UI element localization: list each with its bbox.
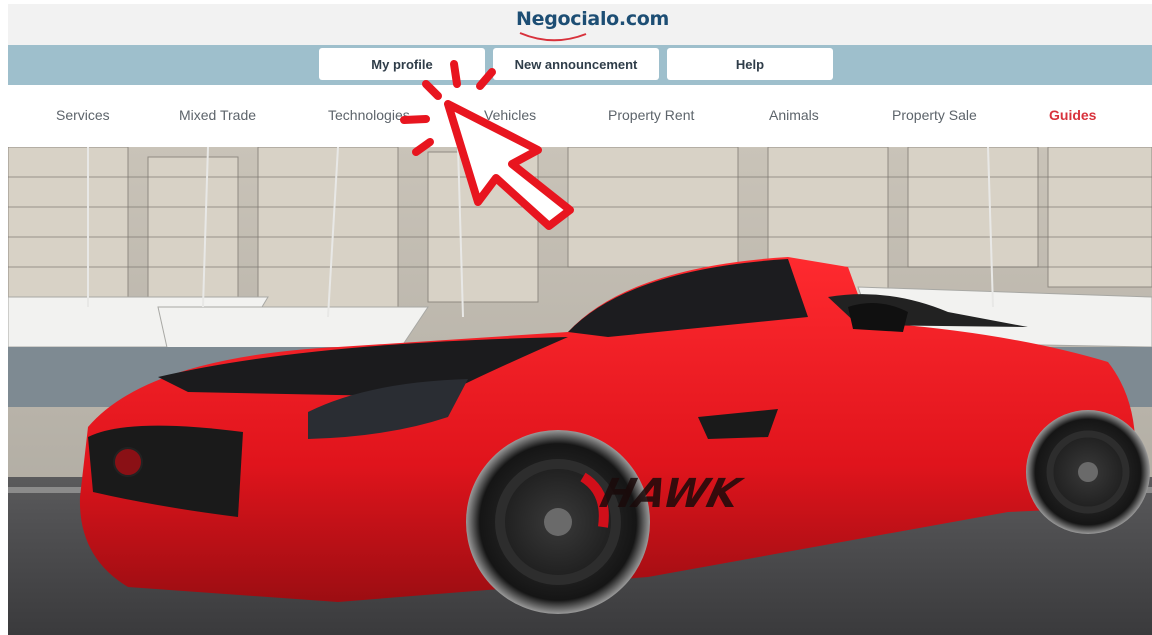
my-profile-button[interactable]: My profile — [319, 48, 485, 80]
logo-bar: Negocialo.com — [8, 4, 1152, 45]
help-button[interactable]: Help — [667, 48, 833, 80]
hero-image: HAWK — [8, 147, 1152, 635]
car-decal-text: HAWK — [596, 470, 748, 517]
nav-item-animals[interactable]: Animals — [769, 107, 819, 123]
hero-banner[interactable]: HAWK — [8, 147, 1152, 635]
nav-item-mixed-trade[interactable]: Mixed Trade — [179, 107, 256, 123]
nav-item-property-rent[interactable]: Property Rent — [608, 107, 694, 123]
nav-item-vehicles[interactable]: Vehicles — [484, 107, 536, 123]
account-toolbar: My profile New announcement Help — [8, 45, 1152, 85]
new-announcement-button[interactable]: New announcement — [493, 48, 659, 80]
category-nav: Services Mixed Trade Technologies Vehicl… — [8, 85, 1152, 147]
site-logo[interactable]: Negocialo.com — [516, 8, 669, 30]
logo-swoosh-icon — [519, 32, 587, 42]
nav-item-guides[interactable]: Guides — [1049, 107, 1096, 123]
nav-item-technologies[interactable]: Technologies — [328, 107, 410, 123]
nav-item-services[interactable]: Services — [56, 107, 110, 123]
nav-item-property-sale[interactable]: Property Sale — [892, 107, 977, 123]
page: Negocialo.com My profile New announcemen… — [8, 4, 1152, 635]
